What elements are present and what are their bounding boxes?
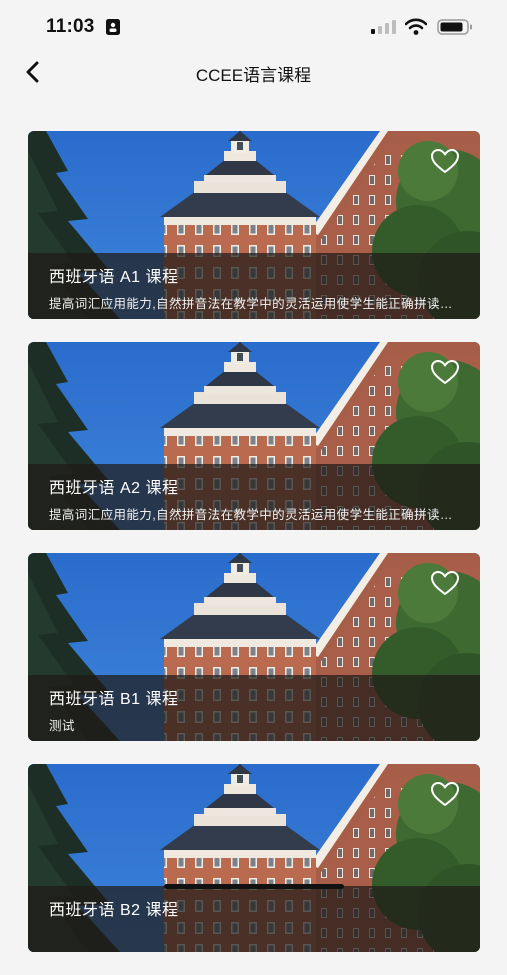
status-time: 11:03 — [46, 16, 95, 37]
course-card[interactable]: 西班牙语 A2 课程 提高词汇应用能力,自然拼音法在教学中的灵活运用使学生能正确… — [28, 342, 480, 530]
course-description: 提高词汇应用能力,自然拼音法在教学中的灵活运用使学生能正确拼读单词 — [49, 508, 459, 522]
heart-outline-icon[interactable] — [429, 145, 461, 177]
course-description: 测试 — [49, 719, 75, 733]
course-title: 西班牙语 A2 课程 — [49, 480, 179, 497]
heart-outline-icon[interactable] — [429, 778, 461, 810]
wifi-icon — [405, 18, 427, 35]
course-description: 提高词汇应用能力,自然拼音法在教学中的灵活运用使学生能正确拼读单词 — [49, 297, 459, 311]
heart-outline-icon[interactable] — [429, 567, 461, 599]
battery-icon — [437, 19, 472, 35]
course-title: 西班牙语 B1 课程 — [49, 691, 179, 708]
course-info-overlay: 西班牙语 A2 课程 提高词汇应用能力,自然拼音法在教学中的灵活运用使学生能正确… — [28, 464, 480, 530]
cellular-signal-icon — [371, 20, 396, 34]
id-card-icon — [106, 19, 120, 35]
home-indicator[interactable] — [164, 884, 344, 889]
status-bar: 11:03 — [0, 0, 507, 50]
course-info-overlay: 西班牙语 B1 课程 测试 — [28, 675, 480, 741]
navigation-bar: CCEE语言课程 — [0, 50, 507, 94]
course-info-overlay: 西班牙语 A1 课程 提高词汇应用能力,自然拼音法在教学中的灵活运用使学生能正确… — [28, 253, 480, 319]
course-title: 西班牙语 A1 课程 — [49, 269, 179, 286]
course-card[interactable]: 西班牙语 B2 课程 — [28, 764, 480, 952]
page-title: CCEE语言课程 — [195, 66, 312, 85]
course-info-overlay: 西班牙语 B2 课程 — [28, 886, 480, 952]
course-list: 西班牙语 A1 课程 提高词汇应用能力,自然拼音法在教学中的灵活运用使学生能正确… — [28, 131, 480, 975]
course-card[interactable]: 西班牙语 B1 课程 测试 — [28, 553, 480, 741]
course-card[interactable]: 西班牙语 A1 课程 提高词汇应用能力,自然拼音法在教学中的灵活运用使学生能正确… — [28, 131, 480, 319]
heart-outline-icon[interactable] — [429, 356, 461, 388]
